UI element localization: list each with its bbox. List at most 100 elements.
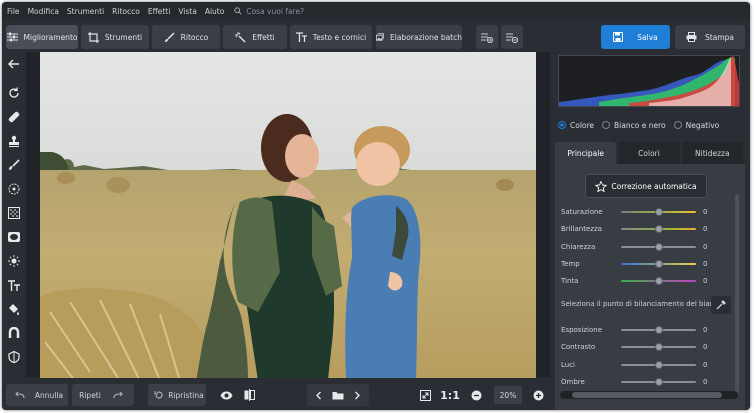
photo-subjects [40, 114, 514, 381]
adjustments-panel: Colore Bianco e nero Negativo Principale… [552, 52, 750, 410]
slider-label: Esposizione [561, 326, 603, 334]
slider-track[interactable] [621, 361, 696, 369]
panel-scrollbar[interactable] [735, 194, 739, 394]
compare-icon [244, 389, 255, 401]
slider-tinta[interactable]: Tinta 0 [561, 275, 711, 287]
scroll-thumb[interactable] [572, 392, 722, 398]
slider-track[interactable] [621, 243, 696, 251]
light-tool[interactable] [5, 252, 23, 270]
tab-strumenti[interactable]: Strumenti [81, 25, 149, 49]
brush-tool[interactable] [5, 156, 23, 174]
menu-modifica[interactable]: Modifica [28, 7, 59, 16]
back-tool[interactable] [5, 55, 23, 73]
auto-correct-button[interactable]: Correzione automatica [585, 174, 707, 198]
text-tool-icon [8, 279, 20, 291]
slider-luci[interactable]: Luci 0 [561, 359, 711, 371]
rotate-tool[interactable] [5, 84, 23, 102]
clone-stamp-tool[interactable] [5, 132, 23, 150]
gradient-filter-tool[interactable] [5, 204, 23, 222]
slider-contrasto[interactable]: Contrasto 0 [561, 341, 711, 353]
image-canvas[interactable] [26, 52, 550, 381]
slider-knob[interactable] [655, 260, 663, 268]
radio-colore[interactable] [558, 121, 566, 129]
remove-preset-button[interactable] [501, 25, 523, 49]
main-toolbar: Miglioramento Strumenti Ritocco Effetti … [2, 22, 750, 52]
slider-saturazione[interactable]: Saturazione 0 [561, 206, 711, 218]
slider-label: Temp [561, 260, 580, 268]
vignette-tool[interactable] [5, 228, 23, 246]
menu-effetti[interactable]: Effetti [148, 7, 171, 16]
undo-button[interactable]: Annulla [6, 384, 68, 406]
slider-track[interactable] [621, 225, 696, 233]
zoom-level[interactable]: 20% [494, 386, 522, 404]
tab-testo-cornici[interactable]: Testo e cornici [290, 25, 372, 49]
slider-knob[interactable] [655, 277, 663, 285]
zoom-out-button[interactable] [468, 384, 484, 406]
shield-tool[interactable] [5, 348, 23, 366]
tab-colori[interactable]: Colori [618, 142, 680, 164]
redo-button[interactable]: Ripeti [72, 384, 134, 406]
mode-bianco-nero[interactable]: Bianco e nero [602, 121, 666, 130]
healing-tool[interactable] [5, 108, 23, 126]
add-preset-button[interactable] [476, 25, 498, 49]
slider-esposizione[interactable]: Esposizione 0 [561, 324, 711, 336]
white-balance-label: Seleziona il punto di bilanciamento del … [561, 300, 723, 308]
radio-negativo[interactable] [673, 121, 682, 129]
magic-wand-icon [235, 31, 246, 42]
menu-vista[interactable]: Vista [178, 7, 197, 16]
preview-toggle[interactable] [216, 384, 236, 406]
slider-knob[interactable] [655, 361, 663, 369]
slider-track[interactable] [621, 277, 696, 285]
slider-label: Chiarezza [561, 243, 596, 251]
tab-nitidezza[interactable]: Nitidezza [681, 142, 743, 164]
restore-icon [154, 391, 163, 399]
panel-horizontal-scrollbar[interactable] [560, 391, 738, 399]
menu-file[interactable]: File [7, 7, 20, 16]
slider-knob[interactable] [655, 326, 663, 334]
slider-temp[interactable]: Temp 0 [561, 258, 711, 270]
zoom-in-button[interactable] [530, 384, 546, 406]
slider-track[interactable] [621, 326, 696, 334]
slider-knob[interactable] [655, 243, 663, 251]
restore-button[interactable]: Ripristina [148, 384, 206, 406]
compare-toggle[interactable] [240, 384, 258, 406]
slider-knob[interactable] [655, 343, 663, 351]
crop-icon [87, 31, 99, 43]
paint-bucket-icon [9, 304, 19, 315]
print-button[interactable]: Stampa [675, 25, 745, 49]
text-tool[interactable] [5, 276, 23, 294]
radio-bianco-nero[interactable] [602, 121, 611, 129]
slider-knob[interactable] [655, 378, 663, 386]
batch-button[interactable]: Elaborazione batch [376, 25, 462, 49]
folder-icon[interactable] [332, 391, 344, 400]
slider-chiarezza[interactable]: Chiarezza 0 [561, 241, 711, 253]
fit-screen-button[interactable] [416, 384, 434, 406]
slider-track[interactable] [621, 343, 696, 351]
menu-strumenti[interactable]: Strumenti [67, 7, 104, 16]
tab-effetti[interactable]: Effetti [223, 25, 287, 49]
slider-track[interactable] [621, 260, 696, 268]
tab-ritocco[interactable]: Ritocco [152, 25, 220, 49]
slider-knob[interactable] [655, 225, 663, 233]
slider-track[interactable] [621, 208, 696, 216]
radial-filter-tool[interactable] [5, 180, 23, 198]
fill-tool[interactable] [5, 300, 23, 318]
tab-miglioramento[interactable]: Miglioramento [6, 25, 78, 49]
menu-aiuto[interactable]: Aiuto [205, 7, 225, 16]
magnet-tool[interactable] [5, 324, 23, 342]
search-box[interactable]: Cosa vuoi fare? [234, 7, 304, 16]
slider-track[interactable] [621, 378, 696, 386]
mode-negativo[interactable]: Negativo [673, 121, 719, 130]
chevron-left-icon[interactable] [315, 391, 322, 400]
slider-ombre[interactable]: Ombre 0 [561, 376, 711, 388]
menu-ritocco[interactable]: Ritocco [112, 7, 140, 16]
slider-knob[interactable] [655, 208, 663, 216]
tab-principale[interactable]: Principale [555, 142, 617, 164]
chevron-right-icon[interactable] [354, 391, 361, 400]
slider-brillantezza[interactable]: Brillantezza 0 [561, 223, 711, 235]
save-button[interactable]: Salva [601, 25, 670, 49]
mode-colore[interactable]: Colore [558, 121, 594, 130]
eyedropper-button[interactable] [711, 296, 731, 314]
principale-panel: Correzione automatica Saturazione 0 Bril… [555, 164, 745, 410]
actual-size-button[interactable]: 1:1 [440, 384, 460, 406]
